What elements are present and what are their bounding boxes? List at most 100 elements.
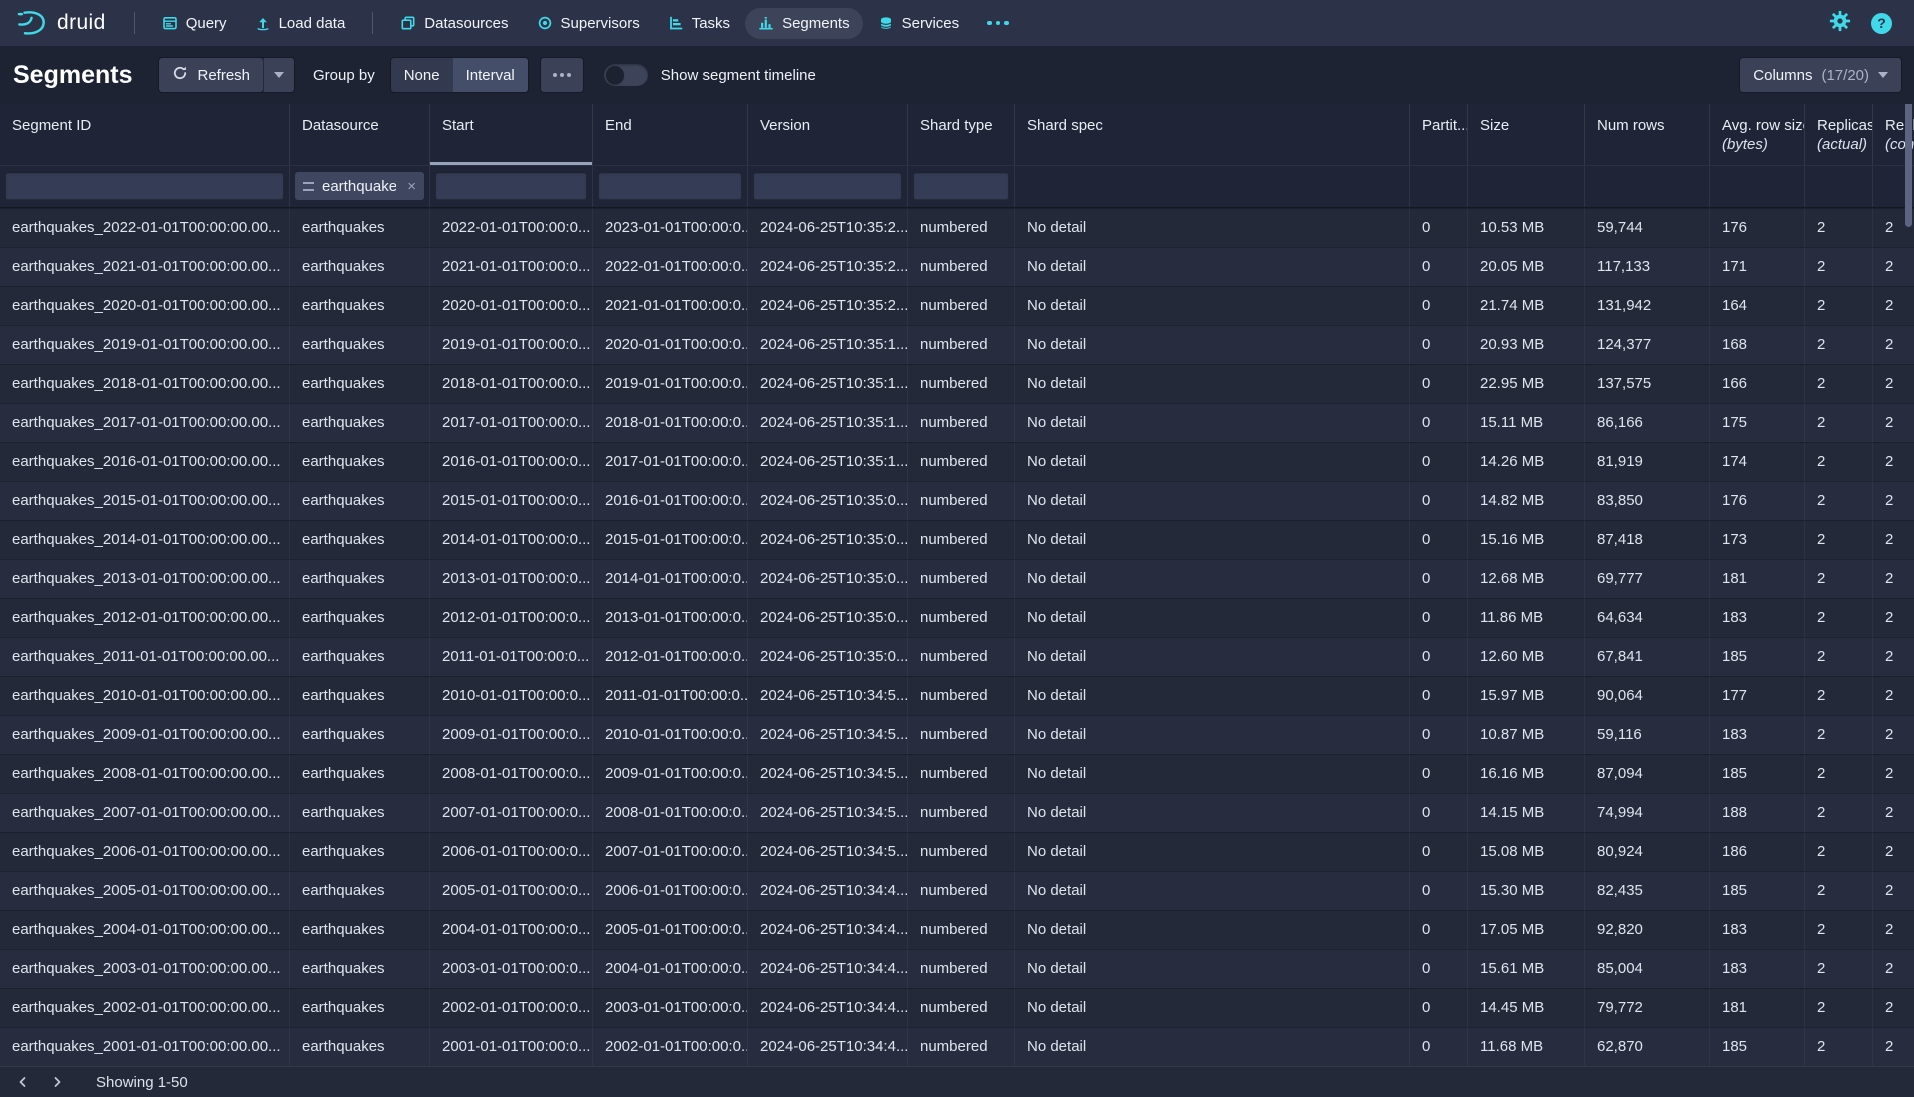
column-header-end[interactable]: End [593,104,748,165]
table-row[interactable]: earthquakes_2005-01-01T00:00:00.00...ear… [0,871,1914,910]
nav-more-button[interactable] [974,14,1022,33]
table-row[interactable]: earthquakes_2001-01-01T00:00:00.00...ear… [0,1027,1914,1066]
table-row[interactable]: earthquakes_2022-01-01T00:00:00.00...ear… [0,208,1914,247]
vertical-scrollbar[interactable] [1905,104,1912,227]
column-header-replicas[interactable]: Replicas(actual) [1805,104,1873,165]
help-icon[interactable]: ? [1871,13,1892,34]
cell-segment_id: earthquakes_2002-01-01T00:00:00.00... [0,989,290,1027]
column-header-size[interactable]: Size [1468,104,1585,165]
remove-filter-icon[interactable]: × [407,179,416,194]
filter-input-start[interactable] [435,172,587,200]
druid-logo[interactable]: druid [16,9,106,37]
cell-segment_id: earthquakes_2021-01-01T00:00:00.00... [0,248,290,286]
column-header-avg_row_size[interactable]: Avg. row size(bytes) [1710,104,1805,165]
nav-item-segments[interactable]: Segments [745,8,863,39]
filter-input-segment_id[interactable] [5,172,284,200]
cell-num_rows: 124,377 [1585,326,1710,364]
druid-logo-icon [16,9,48,37]
refresh-interval-dropdown[interactable] [263,58,294,92]
cell-segment_id: earthquakes_2020-01-01T00:00:00.00... [0,287,290,325]
column-header-shard_type[interactable]: Shard type [908,104,1015,165]
table-row[interactable]: earthquakes_2002-01-01T00:00:00.00...ear… [0,988,1914,1027]
cell-num_rows: 62,870 [1585,1028,1710,1066]
group-by-none-button[interactable]: None [391,58,453,92]
cell-end: 2008-01-01T00:00:0... [593,794,748,832]
cell-replicas: 2 [1805,248,1873,286]
column-header-datasource[interactable]: Datasource [290,104,430,165]
gear-icon[interactable] [1829,10,1851,36]
cell-version: 2024-06-25T10:35:1... [748,365,908,403]
cell-segment_id: earthquakes_2007-01-01T00:00:00.00... [0,794,290,832]
more-options-button[interactable] [541,58,583,92]
column-label: Shard type [920,116,1002,135]
table-row[interactable]: earthquakes_2008-01-01T00:00:00.00...ear… [0,754,1914,793]
refresh-button[interactable]: Refresh [159,58,263,92]
table-row[interactable]: earthquakes_2016-01-01T00:00:00.00...ear… [0,442,1914,481]
column-header-start[interactable]: Start [430,104,593,165]
filter-input-shard_type[interactable] [913,172,1009,200]
chevron-right-icon [49,1074,65,1090]
table-row[interactable]: earthquakes_2010-01-01T00:00:00.00...ear… [0,676,1914,715]
column-header-partition[interactable]: Partit... [1410,104,1468,165]
filter-input-end[interactable] [598,172,742,200]
column-header-segment_id[interactable]: Segment ID [0,104,290,165]
column-header-shard_spec[interactable]: Shard spec [1015,104,1410,165]
cell-shard_spec: No detail [1015,677,1410,715]
column-header-num_rows[interactable]: Num rows [1585,104,1710,165]
datasource-filter-tag[interactable]: earthquakes× [295,172,424,200]
cell-datasource: earthquakes [290,755,430,793]
cell-start: 2010-01-01T00:00:0... [430,677,593,715]
chevron-down-icon [274,72,284,78]
nav-item-services[interactable]: Services [865,8,973,39]
cell-datasource: earthquakes [290,326,430,364]
table-row[interactable]: earthquakes_2014-01-01T00:00:00.00...ear… [0,520,1914,559]
database-icon [878,15,894,31]
cell-datasource: earthquakes [290,1028,430,1066]
cell-shard_spec: No detail [1015,833,1410,871]
cell-end: 2021-01-01T00:00:0... [593,287,748,325]
nav-item-load-data[interactable]: Load data [242,8,359,39]
nav-item-supervisors[interactable]: Supervisors [524,8,653,39]
column-header-version[interactable]: Version [748,104,908,165]
cell-shard_type: numbered [908,248,1015,286]
cell-replication_factor: 2 [1873,248,1914,286]
cell-shard_spec: No detail [1015,326,1410,364]
nav-item-tasks[interactable]: Tasks [655,8,743,39]
next-page-button[interactable] [40,1067,74,1097]
table-row[interactable]: earthquakes_2019-01-01T00:00:00.00...ear… [0,325,1914,364]
cell-replicas: 2 [1805,482,1873,520]
segment-timeline-toggle[interactable] [604,64,648,86]
cell-start: 2015-01-01T00:00:0... [430,482,593,520]
cell-segment_id: earthquakes_2022-01-01T00:00:00.00... [0,209,290,247]
table-row[interactable]: earthquakes_2007-01-01T00:00:00.00...ear… [0,793,1914,832]
table-row[interactable]: earthquakes_2012-01-01T00:00:00.00...ear… [0,598,1914,637]
table-row[interactable]: earthquakes_2009-01-01T00:00:00.00...ear… [0,715,1914,754]
previous-page-button[interactable] [6,1067,40,1097]
group-by-interval-button[interactable]: Interval [453,58,528,92]
table-row[interactable]: earthquakes_2013-01-01T00:00:00.00...ear… [0,559,1914,598]
nav-item-query[interactable]: Query [149,8,240,39]
cell-size: 14.82 MB [1468,482,1585,520]
cell-end: 2005-01-01T00:00:0... [593,911,748,949]
columns-picker-button[interactable]: Columns (17/20) [1740,58,1901,92]
filter-input-version[interactable] [753,172,902,200]
table-row[interactable]: earthquakes_2020-01-01T00:00:00.00...ear… [0,286,1914,325]
cell-partition: 0 [1410,521,1468,559]
nav-item-datasources[interactable]: Datasources [387,8,521,39]
cell-replicas: 2 [1805,404,1873,442]
cell-shard_spec: No detail [1015,1028,1410,1066]
table-row[interactable]: earthquakes_2017-01-01T00:00:00.00...ear… [0,403,1914,442]
table-row[interactable]: earthquakes_2015-01-01T00:00:00.00...ear… [0,481,1914,520]
table-row[interactable]: earthquakes_2004-01-01T00:00:00.00...ear… [0,910,1914,949]
cell-partition: 0 [1410,872,1468,910]
filter-cell-size [1468,166,1585,207]
table-row[interactable]: earthquakes_2021-01-01T00:00:00.00...ear… [0,247,1914,286]
refresh-icon [172,65,188,85]
table-row[interactable]: earthquakes_2011-01-01T00:00:00.00...ear… [0,637,1914,676]
table-row[interactable]: earthquakes_2003-01-01T00:00:00.00...ear… [0,949,1914,988]
cell-segment_id: earthquakes_2011-01-01T00:00:00.00... [0,638,290,676]
cell-datasource: earthquakes [290,950,430,988]
cell-replicas: 2 [1805,755,1873,793]
table-row[interactable]: earthquakes_2018-01-01T00:00:00.00...ear… [0,364,1914,403]
table-row[interactable]: earthquakes_2006-01-01T00:00:00.00...ear… [0,832,1914,871]
